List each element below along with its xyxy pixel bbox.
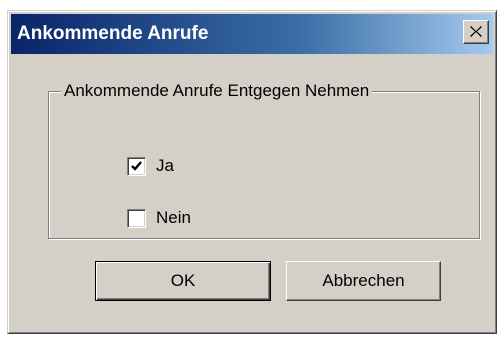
checkmark-icon [131, 160, 142, 171]
ok-button[interactable]: OK [95, 261, 271, 301]
option-no[interactable]: Nein [127, 207, 191, 229]
no-label[interactable]: Nein [156, 208, 191, 228]
dialog-window: Ankommende Anrufe Ankommende Anrufe Entg… [7, 10, 497, 334]
cancel-button[interactable]: Abbrechen [286, 261, 441, 301]
no-checkbox[interactable] [127, 208, 146, 228]
option-yes[interactable]: Ja [127, 155, 174, 177]
title-bar[interactable]: Ankommende Anrufe [11, 14, 493, 54]
groupbox-label: Ankommende Anrufe Entgegen Nehmen [61, 80, 373, 102]
accept-calls-groupbox: Ankommende Anrufe Entgegen Nehmen Ja Nei… [48, 80, 480, 239]
dialog-title: Ankommende Anrufe [17, 23, 209, 44]
yes-label[interactable]: Ja [156, 156, 174, 176]
close-button[interactable] [463, 20, 489, 44]
close-icon [470, 26, 482, 37]
yes-checkbox[interactable] [127, 156, 146, 176]
